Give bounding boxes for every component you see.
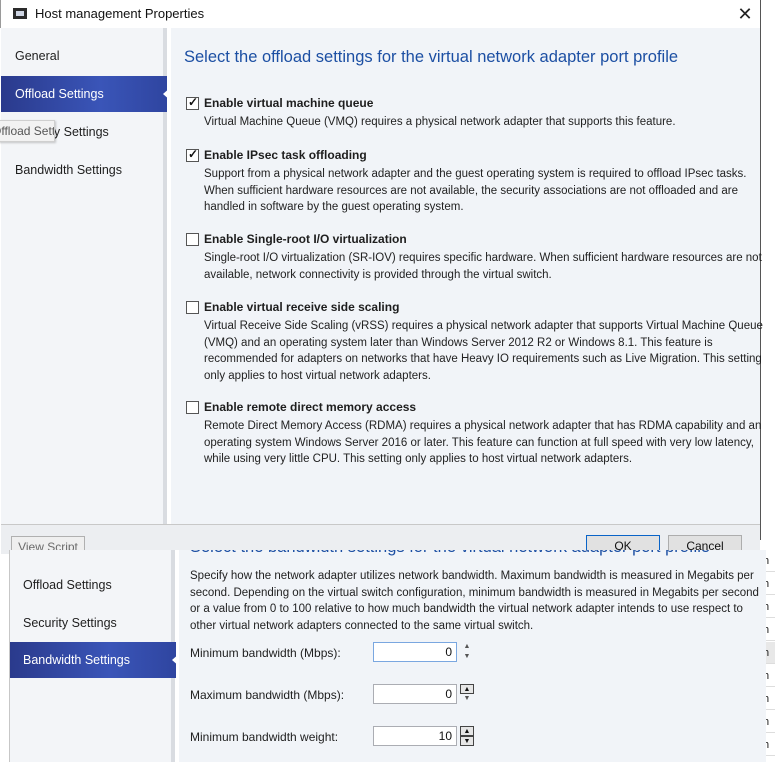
sidebar-nav: General Offload Settings Security Settin…: [0, 28, 171, 524]
offload-settings-panel: Select the offload settings for the virt…: [171, 28, 763, 524]
page-heading: Select the bandwidth settings for the vi…: [190, 550, 710, 557]
option-label: Enable virtual receive side scaling: [204, 300, 400, 314]
sidebar-item-offload-settings[interactable]: Offload Settings: [1, 76, 171, 112]
ipsec-checkbox[interactable]: [186, 147, 199, 162]
sidebar-item-general[interactable]: General: [1, 38, 167, 74]
page-heading: Select the offload settings for the virt…: [184, 48, 679, 66]
spin-up-icon[interactable]: ▲: [460, 684, 474, 694]
spin-down-icon[interactable]: ▼: [460, 694, 474, 704]
min-bandwidth-weight-spinner[interactable]: ▲ ▼: [460, 726, 474, 746]
sidebar-item-bandwidth-settings[interactable]: Bandwidth Settings: [1, 152, 167, 188]
option-description: Virtual Receive Side Scaling (vRSS) requ…: [204, 320, 763, 382]
rdma-checkbox[interactable]: [186, 401, 199, 414]
field-label: Minimum bandwidth (Mbps):: [190, 646, 341, 660]
tooltip: Offload Settings: [0, 120, 55, 142]
vmq-checkbox[interactable]: [186, 95, 199, 110]
spin-down-icon[interactable]: ▼: [460, 736, 474, 746]
option-label: Enable Single-root I/O virtualization: [204, 232, 407, 246]
field-label: Minimum bandwidth weight:: [190, 730, 339, 744]
max-bandwidth-input[interactable]: [373, 684, 457, 704]
spin-up-icon[interactable]: ▲: [460, 642, 474, 652]
max-bandwidth-spinner[interactable]: ▲ ▼: [460, 684, 474, 704]
sidebar-item-bandwidth-settings[interactable]: Bandwidth Settings: [10, 642, 180, 678]
sidebar-item-offload-settings[interactable]: Offload Settings: [10, 567, 176, 603]
option-label: Enable virtual machine queue: [204, 96, 374, 110]
window-app-icon: [13, 8, 27, 19]
sidebar-item-security-settings[interactable]: Security Settings: [10, 605, 176, 641]
title-bar: Host management Properties ✕: [0, 0, 775, 28]
option-label: Enable remote direct memory access: [204, 400, 417, 414]
max-bandwidth-row: Maximum bandwidth (Mbps): ▲ ▼: [190, 684, 490, 706]
option-description: Remote Direct Memory Access (RDMA) requi…: [204, 420, 762, 465]
option-label: Enable IPsec task offloading: [204, 148, 367, 162]
option-description: Single-root I/O virtualization (SR-IOV) …: [204, 252, 762, 281]
spin-up-icon[interactable]: ▲: [460, 726, 474, 736]
min-bandwidth-weight-input[interactable]: [373, 726, 457, 746]
window-title: Host management Properties: [35, 6, 205, 21]
min-bandwidth-row: Minimum bandwidth (Mbps): ▲ ▼: [190, 642, 490, 664]
option-description: Virtual Machine Queue (VMQ) requires a p…: [204, 116, 676, 128]
bandwidth-settings-panel: Select the bandwidth settings for the vi…: [179, 550, 766, 762]
sriov-checkbox[interactable]: [186, 233, 199, 246]
spin-down-icon[interactable]: ▼: [460, 652, 474, 662]
overlay-sidebar-nav: Offload Settings Security Settings Bandw…: [9, 550, 180, 762]
min-bandwidth-weight-row: Minimum bandwidth weight: ▲ ▼: [190, 726, 490, 748]
option-description: Support from a physical network adapter …: [204, 168, 747, 213]
bandwidth-description: Specify how the network adapter utilizes…: [190, 570, 759, 632]
field-label: Maximum bandwidth (Mbps):: [190, 688, 345, 702]
vrss-checkbox[interactable]: [186, 301, 199, 314]
close-icon[interactable]: ✕: [734, 3, 756, 25]
bandwidth-settings-overlay: Offload Settings Security Settings Bandw…: [9, 550, 766, 762]
min-bandwidth-spinner[interactable]: ▲ ▼: [460, 642, 474, 662]
min-bandwidth-input[interactable]: [373, 642, 457, 662]
